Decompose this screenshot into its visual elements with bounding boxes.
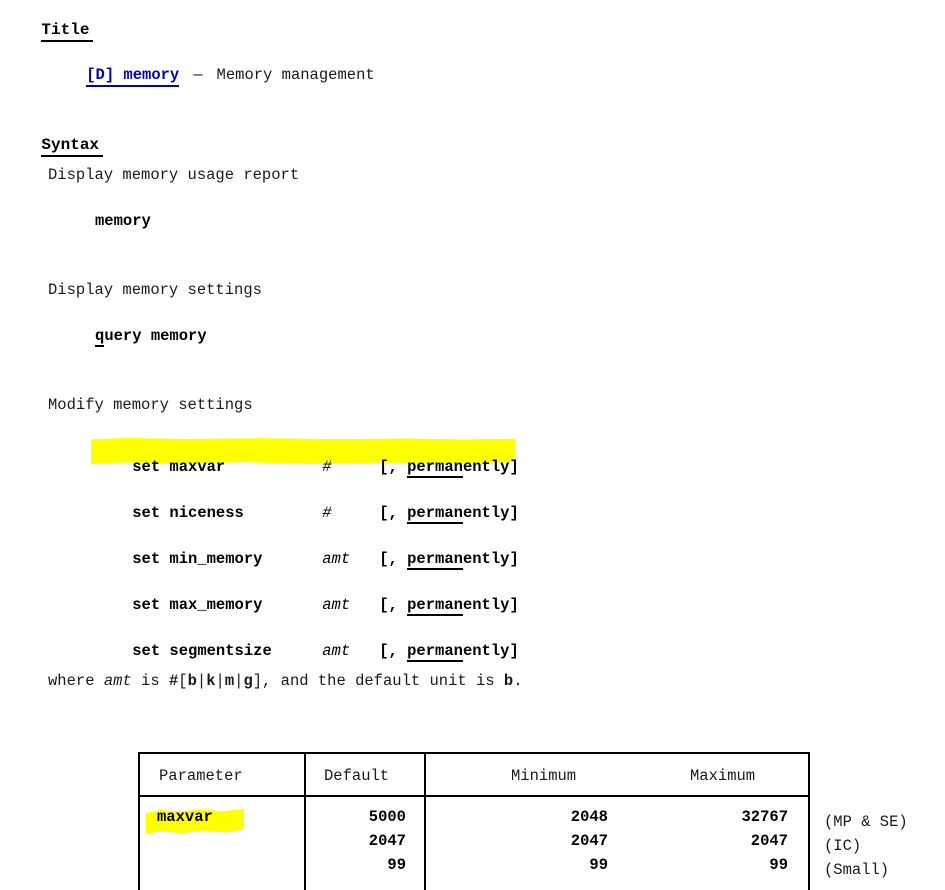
row-cell-minmax: 2048 2047 99 32767 2047 99 bbox=[426, 797, 808, 890]
set-maxvar-option-open: [, bbox=[379, 457, 408, 476]
where-default-unit: b bbox=[503, 672, 514, 690]
where-p4: . bbox=[513, 672, 523, 690]
parameter-table-header-cell-parameter: Parameter bbox=[140, 754, 306, 795]
set-segmentsize-option-open: [, bbox=[379, 641, 408, 660]
syntax-command-memory: memory bbox=[95, 212, 151, 230]
set-segmentsize-option-abbrev: perman bbox=[407, 641, 463, 662]
row-parameter-maxvar: maxvar bbox=[157, 808, 213, 826]
column-header-minimum: Minimum bbox=[511, 767, 577, 785]
query-rest: uery memory bbox=[104, 327, 207, 345]
parameter-table: Parameter Default Minimum Maximum maxvar… bbox=[138, 752, 810, 890]
where-hash: # bbox=[168, 672, 179, 690]
minimum-value-1: 2048 bbox=[570, 808, 608, 826]
set-niceness-option-rest: ently bbox=[462, 503, 510, 522]
column-header-maximum: Maximum bbox=[690, 767, 756, 785]
row-cell-parameter: maxvar bbox=[140, 797, 306, 890]
parameter-table-header-cell-minmax: Minimum Maximum bbox=[426, 754, 808, 795]
syntax-row-set-max-memory: set max_memory amt [, permanently] bbox=[95, 582, 519, 629]
set-max-memory-option-abbrev: perman bbox=[407, 595, 463, 616]
syntax-row-set-niceness: set niceness # [, permanently] bbox=[95, 490, 519, 537]
where-pipe-2: | bbox=[215, 672, 225, 690]
where-bracket-open: [ bbox=[178, 672, 188, 690]
minimum-value-3: 99 bbox=[589, 856, 608, 874]
set-niceness-command: set niceness bbox=[132, 503, 244, 522]
set-max-memory-option-open: [, bbox=[379, 595, 408, 614]
where-p3: and the default unit is bbox=[271, 672, 504, 690]
table-row: maxvar 5000 2047 99 2048 2047 99 32767 2… bbox=[140, 797, 808, 890]
syntax-command-query-memory: query memory bbox=[95, 327, 207, 347]
row-cell-default: 5000 2047 99 bbox=[306, 797, 426, 890]
default-value-1: 5000 bbox=[368, 808, 406, 826]
set-max-memory-option-rest: ently bbox=[462, 595, 510, 614]
where-unit-m: m bbox=[224, 672, 235, 690]
title-entry-line: [D] memory — Memory management bbox=[49, 52, 375, 99]
syntax-caption-modify-settings: Modify memory settings bbox=[48, 396, 253, 414]
section-heading-syntax-label: Syntax bbox=[41, 137, 104, 157]
default-value-3: 99 bbox=[387, 856, 406, 874]
where-unit-k: k bbox=[206, 672, 216, 690]
query-abbrev: q bbox=[95, 327, 105, 347]
title-dash: — bbox=[193, 65, 203, 84]
maximum-value-1: 32767 bbox=[741, 808, 788, 826]
set-maxvar-option-rest: ently bbox=[462, 457, 510, 476]
syntax-row-set-segmentsize: set segmentsize amt [, permanently] bbox=[95, 628, 519, 675]
where-note-line: where amt is #[b|k|m|g], and the default… bbox=[48, 672, 523, 690]
set-niceness-option-open: [, bbox=[379, 503, 408, 522]
where-pipe-1: | bbox=[196, 672, 207, 690]
set-min-memory-option-close: ] bbox=[509, 549, 519, 568]
set-min-memory-command: set min_memory bbox=[132, 549, 263, 568]
set-min-memory-argument: amt bbox=[322, 549, 351, 568]
where-unit-b: b bbox=[187, 672, 197, 690]
note-ic: (IC) bbox=[824, 837, 862, 855]
column-header-default: Default bbox=[324, 767, 390, 785]
set-maxvar-option-abbrev: perman bbox=[407, 457, 463, 478]
set-niceness-option-close: ] bbox=[509, 503, 519, 522]
set-niceness-option-abbrev: perman bbox=[407, 503, 463, 524]
set-maxvar-argument: # bbox=[322, 457, 332, 476]
set-max-memory-command: set max_memory bbox=[132, 595, 263, 614]
parameter-table-header-cell-default: Default bbox=[306, 754, 426, 795]
title-description: Memory management bbox=[216, 65, 375, 84]
note-small: (Small) bbox=[824, 861, 890, 879]
section-heading-title: Title bbox=[3, 6, 94, 58]
set-maxvar-option-close: ] bbox=[509, 457, 519, 476]
set-min-memory-option-abbrev: perman bbox=[407, 549, 463, 570]
set-max-memory-option-close: ] bbox=[509, 595, 519, 614]
where-p1: where bbox=[48, 672, 104, 690]
parameter-table-header-row: Parameter Default Minimum Maximum bbox=[140, 754, 808, 797]
minimum-value-2: 2047 bbox=[570, 832, 608, 850]
help-document-page: Title [D] memory — Memory management Synta… bbox=[0, 0, 945, 890]
where-amt: amt bbox=[103, 672, 132, 690]
syntax-row-set-min-memory: set min_memory amt [, permanently] bbox=[95, 536, 519, 583]
set-min-memory-option-rest: ently bbox=[462, 549, 510, 568]
syntax-caption-memory-settings: Display memory settings bbox=[48, 281, 262, 299]
memory-help-link[interactable]: [D] memory bbox=[86, 65, 180, 87]
set-segmentsize-command: set segmentsize bbox=[132, 641, 272, 660]
syntax-caption-usage-report: Display memory usage report bbox=[48, 166, 300, 184]
default-value-2: 2047 bbox=[368, 832, 406, 850]
set-max-memory-argument: amt bbox=[322, 595, 351, 614]
syntax-row-set-maxvar: set maxvar # [, permanently] bbox=[95, 444, 945, 491]
maximum-value-2: 2047 bbox=[750, 832, 788, 850]
set-segmentsize-option-close: ] bbox=[509, 641, 519, 660]
section-heading-title-label: Title bbox=[41, 22, 94, 42]
set-min-memory-option-open: [, bbox=[379, 549, 408, 568]
set-niceness-argument: # bbox=[322, 503, 332, 522]
set-segmentsize-option-rest: ently bbox=[462, 641, 510, 660]
where-unit-g: g bbox=[243, 672, 253, 690]
parameter-table-notes: (MP & SE) (IC) (Small) bbox=[824, 810, 908, 882]
where-bracket-close: ], bbox=[252, 672, 272, 690]
column-header-parameter: Parameter bbox=[159, 767, 243, 785]
where-p2: is bbox=[131, 672, 169, 690]
note-mp-se: (MP & SE) bbox=[824, 813, 908, 831]
maximum-value-3: 99 bbox=[769, 856, 788, 874]
set-maxvar-command: set maxvar bbox=[132, 457, 226, 476]
set-segmentsize-argument: amt bbox=[322, 641, 351, 660]
